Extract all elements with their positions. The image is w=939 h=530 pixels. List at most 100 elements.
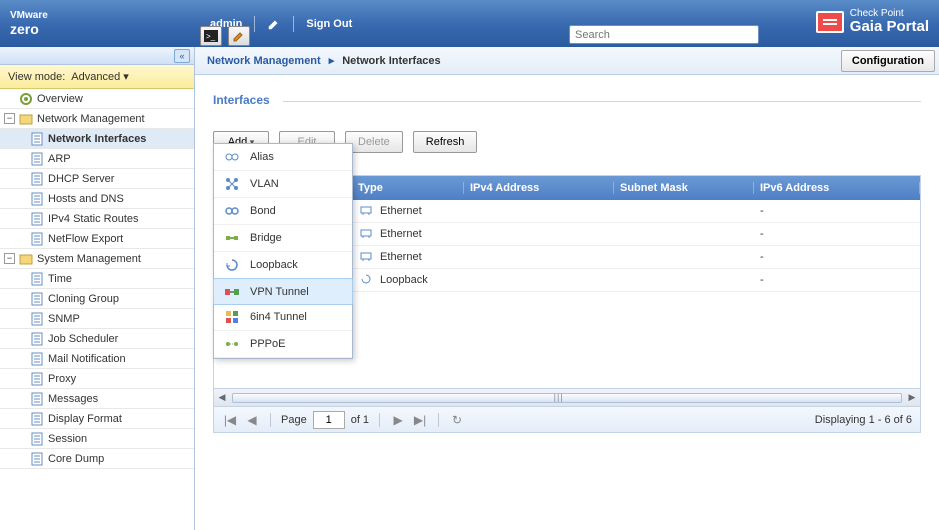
add-menu-item-bridge[interactable]: Bridge [214, 225, 352, 252]
add-menu-label: VLAN [250, 178, 279, 190]
sidebar-item-arp[interactable]: ARP [0, 149, 194, 169]
sidebar-item-hosts-and-dns[interactable]: Hosts and DNS [0, 189, 194, 209]
scroll-right-icon[interactable]: ▶ [904, 392, 920, 403]
nav-group-network-management[interactable]: −Network Management [0, 109, 194, 129]
configuration-button[interactable]: Configuration [841, 50, 935, 72]
signout-link[interactable]: Sign Out [306, 18, 352, 30]
tree-toggle-icon[interactable]: − [4, 253, 15, 264]
add-menu-item-bond[interactable]: Bond [214, 198, 352, 225]
sidebar-item-label: DHCP Server [48, 173, 114, 185]
sidebar-item-job-scheduler[interactable]: Job Scheduler [0, 329, 194, 349]
delete-button[interactable]: Delete [345, 131, 403, 153]
section-title: Interfaces [213, 93, 921, 109]
nav-group-label: System Management [37, 253, 141, 265]
document-icon [30, 292, 44, 306]
pager-page-label: Page [281, 414, 307, 426]
horizontal-scrollbar[interactable]: ◀ ▶ [214, 388, 920, 406]
nav-group-system-management[interactable]: − System Management [0, 249, 194, 269]
refresh-button[interactable]: Refresh [413, 131, 478, 153]
separator [379, 413, 380, 427]
vmware-label: VMware [10, 10, 200, 21]
overview-icon [19, 92, 33, 106]
document-icon [30, 392, 44, 406]
add-menu-item-6in4-tunnel[interactable]: 6in4 Tunnel [214, 304, 352, 331]
sidebar-item-label: IPv4 Static Routes [48, 213, 139, 225]
sidebar-item-label: SNMP [48, 313, 80, 325]
tree-toggle-icon[interactable]: − [4, 113, 15, 124]
separator [254, 16, 255, 32]
pager-status: Displaying 1 - 6 of 6 [815, 414, 912, 426]
th-ipv6[interactable]: IPv6 Address [754, 182, 920, 194]
sidebar-item-dhcp-server[interactable]: DHCP Server [0, 169, 194, 189]
viewmode-row: View mode: Advanced ▾ [0, 65, 194, 89]
viewmode-value[interactable]: Advanced ▾ [71, 70, 129, 83]
scroll-left-icon[interactable]: ◀ [214, 392, 230, 403]
sidebar-item-messages[interactable]: Messages [0, 389, 194, 409]
pager-refresh-icon[interactable]: ↻ [449, 413, 465, 427]
add-menu-item-vpn-tunnel[interactable]: VPN Tunnel [213, 278, 353, 305]
interface-type-icon [360, 204, 374, 218]
pager-next-icon[interactable]: ▶ [390, 413, 406, 427]
sidebar-item-label: Proxy [48, 373, 76, 385]
th-ipv4[interactable]: IPv4 Address [464, 182, 614, 194]
pager-last-icon[interactable]: ▶| [412, 413, 428, 427]
sidebar-item-ipv4-static-routes[interactable]: IPv4 Static Routes [0, 209, 194, 229]
folder-icon [19, 112, 33, 126]
document-icon [30, 432, 44, 446]
edit-button[interactable] [228, 26, 250, 46]
hostname-label: zero [10, 21, 200, 37]
sidebar-item-time[interactable]: Time [0, 269, 194, 289]
sidebar-item-label: Display Format [48, 413, 122, 425]
nav-group-label: Overview [37, 93, 83, 105]
sidebar-item-display-format[interactable]: Display Format [0, 409, 194, 429]
th-subnet[interactable]: Subnet Mask [614, 182, 754, 194]
terminal-button[interactable]: >_ [200, 26, 222, 46]
sidebar-item-label: Core Dump [48, 453, 104, 465]
pppoe-icon [224, 336, 240, 352]
main: « View mode: Advanced ▾ Overview−Network… [0, 47, 939, 530]
sidebar-item-mail-notification[interactable]: Mail Notification [0, 349, 194, 369]
sidebar-item-core-dump[interactable]: Core Dump [0, 449, 194, 469]
th-type[interactable]: Type [354, 182, 464, 194]
sidebar-item-netflow-export[interactable]: NetFlow Export [0, 229, 194, 249]
add-menu-item-vlan[interactable]: VLAN [214, 171, 352, 198]
document-icon [30, 372, 44, 386]
collapse-button[interactable]: « [174, 49, 190, 63]
sidebar-item-session[interactable]: Session [0, 429, 194, 449]
pager-page-input[interactable] [313, 411, 345, 429]
pager: |◀ ◀ Page of 1 ▶ ▶| ↻ Displaying 1 - 6 o… [214, 406, 920, 432]
add-menu-label: PPPoE [250, 338, 285, 350]
sidebar-item-snmp[interactable]: SNMP [0, 309, 194, 329]
sidebar-item-label: Cloning Group [48, 293, 119, 305]
nav-group-overview[interactable]: Overview [0, 89, 194, 109]
vpn-icon [224, 284, 240, 300]
separator [270, 413, 271, 427]
crumb-root[interactable]: Network Management [207, 55, 321, 67]
add-menu-label: VPN Tunnel [250, 286, 309, 298]
separator [438, 413, 439, 427]
document-icon [30, 332, 44, 346]
pager-first-icon[interactable]: |◀ [222, 413, 238, 427]
sidebar-item-proxy[interactable]: Proxy [0, 369, 194, 389]
add-menu-item-pppoe[interactable]: PPPoE [214, 331, 352, 358]
brand-text: Check Point Gaia Portal [850, 8, 929, 36]
pager-of-label: of 1 [351, 414, 369, 426]
scroll-thumb[interactable] [232, 393, 902, 403]
search-input[interactable] [569, 25, 759, 44]
chevron-right-icon: ▸ [329, 54, 335, 67]
cell-type: Loopback [354, 273, 464, 287]
pencil-icon[interactable] [267, 17, 281, 31]
add-menu-item-alias[interactable]: Alias [214, 144, 352, 171]
cell-type: Ethernet [354, 250, 464, 264]
header-host-block: VMware zero [0, 0, 200, 47]
content: Network Management ▸ Network Interfaces … [195, 47, 939, 530]
search-wrap [569, 25, 759, 44]
sidebar-item-cloning-group[interactable]: Cloning Group [0, 289, 194, 309]
sidebar-item-network-interfaces[interactable]: Network Interfaces [0, 129, 194, 149]
document-icon [30, 232, 44, 246]
bridge-icon [224, 230, 240, 246]
add-menu-label: Bond [250, 205, 276, 217]
pager-prev-icon[interactable]: ◀ [244, 413, 260, 427]
cell-ipv6: - [754, 274, 920, 286]
add-menu-item-loopback[interactable]: Loopback [214, 252, 352, 279]
